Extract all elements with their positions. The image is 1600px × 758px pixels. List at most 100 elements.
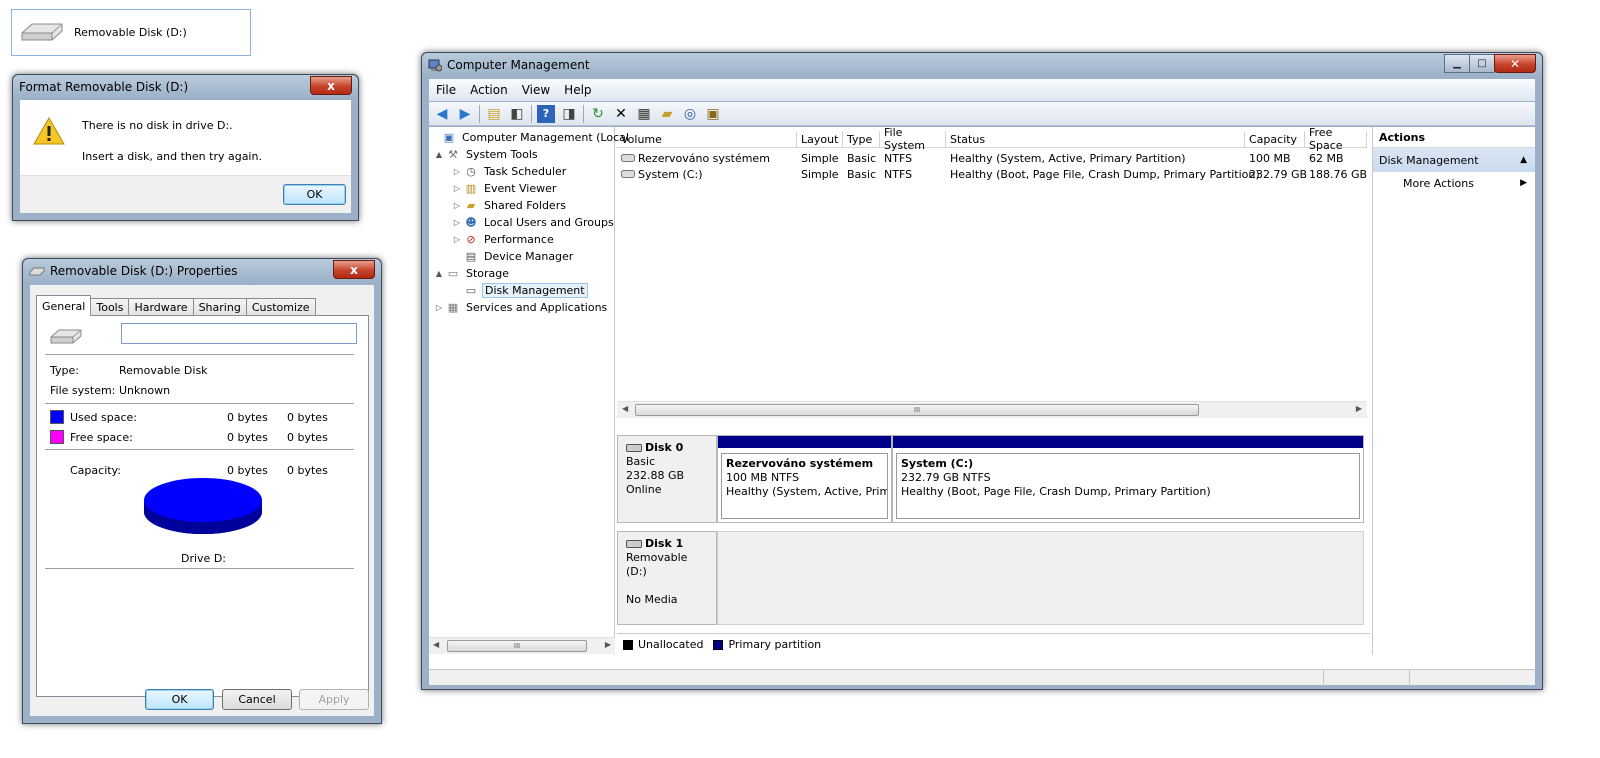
tree-expander[interactable]: ▷ (451, 218, 463, 227)
tree-item-label: Computer Management (Local (462, 131, 629, 144)
tree-item-local-users-and-groups[interactable]: ▷ ☻ Local Users and Groups (451, 214, 616, 231)
menu-action[interactable]: Action (463, 83, 515, 97)
table-row[interactable]: Rezervováno systémem (621, 150, 797, 166)
column-header-file-system[interactable]: File System (880, 126, 946, 152)
legend-unallocated: Unallocated (638, 638, 704, 651)
tree-item-label: Storage (466, 267, 510, 280)
services-icon: ▦ (447, 301, 459, 314)
actions-group-disk-management[interactable]: Disk Management ▲ (1373, 148, 1535, 172)
format-dialog-body: There is no disk in drive D:. Insert a d… (20, 100, 351, 213)
disk-1-empty-area (717, 531, 1364, 625)
tree-item-event-viewer[interactable]: ▷ ▥ Event Viewer (451, 180, 558, 197)
collapse-up-icon[interactable]: ▲ (1520, 155, 1527, 165)
volume-list-horizontal-scrollbar[interactable]: ◀ III ▶ (617, 401, 1367, 418)
maximize-icon: □ (1477, 58, 1487, 69)
divider (45, 449, 354, 450)
up-folder-icon[interactable]: ▤ (485, 105, 503, 123)
volume-capacity: 100 MB (1249, 151, 1291, 165)
table-row[interactable]: System (C:) (621, 166, 797, 182)
column-header-type[interactable]: Type (843, 131, 880, 148)
disk-0-label[interactable]: Disk 0 Basic 232.88 GB Online (617, 435, 717, 523)
column-header-status[interactable]: Status (946, 131, 1245, 148)
maximize-button[interactable]: □ (1469, 54, 1495, 73)
close-button[interactable]: ✕ (1494, 54, 1536, 73)
properties-icon[interactable]: ▦ (635, 105, 653, 123)
properties-titlebar[interactable]: Removable Disk (D:) Properties (23, 259, 381, 283)
tree-horizontal-scrollbar[interactable]: ◀ III ▶ (429, 637, 615, 654)
tree-expander[interactable]: ▲ (433, 150, 445, 159)
column-header-volume[interactable]: Volume (617, 131, 797, 148)
tree-item-services-and-applications[interactable]: ▷ ▦ Services and Applications (433, 299, 609, 316)
ok-button[interactable]: OK (145, 689, 214, 710)
tree-expander[interactable]: ▷ (451, 184, 463, 193)
column-header-layout[interactable]: Layout (797, 131, 843, 148)
action-more-actions[interactable]: More Actions ▶ (1373, 172, 1535, 194)
tree-item-task-scheduler[interactable]: ▷ ◷ Task Scheduler (451, 163, 568, 180)
tree-item-system-tools[interactable]: ▲ ⚒ System Tools (433, 146, 540, 163)
scroll-right-icon[interactable]: ▶ (605, 640, 611, 649)
tab-hardware[interactable]: Hardware (128, 298, 194, 316)
drive-name-input[interactable] (121, 323, 357, 344)
removable-disk-tile[interactable]: Removable Disk (D:) (11, 9, 251, 56)
tree-item-device-manager[interactable]: ▤ Device Manager (451, 248, 575, 265)
toolbar-separator (479, 104, 480, 123)
close-button[interactable]: x (333, 260, 375, 279)
refresh-icon[interactable]: ↻ (589, 105, 607, 123)
disk-management-icon: ▭ (465, 284, 477, 297)
open-folder-icon[interactable]: ▰ (658, 105, 676, 123)
tree-expander[interactable]: ▷ (451, 235, 463, 244)
partition-system-c[interactable]: System (C:) 232.79 GB NTFS Healthy (Boot… (892, 435, 1364, 523)
tree-item-shared-folders[interactable]: ▷ ▰ Shared Folders (451, 197, 568, 214)
back-arrow-icon[interactable]: ◀ (433, 105, 451, 123)
partition-reserved[interactable]: Rezervováno systémem 100 MB NTFS Healthy… (717, 435, 892, 523)
cm-title: Computer Management (447, 58, 590, 72)
ok-button[interactable]: OK (283, 184, 346, 205)
cm-content: ▣ Computer Management (Local ▲ ⚒ System … (429, 126, 1535, 669)
performance-icon: ⊘ (466, 233, 476, 246)
tab-customize[interactable]: Customize (245, 298, 316, 316)
properties-client: General Tools Hardware Sharing Customize… (30, 285, 374, 716)
tree-item-label: Shared Folders (484, 199, 566, 212)
scrollbar-thumb[interactable]: III (447, 640, 587, 652)
menu-help[interactable]: Help (557, 83, 598, 97)
tree-expander[interactable]: ▷ (451, 167, 463, 176)
show-hide-tree-icon[interactable]: ◧ (508, 105, 526, 123)
scrollbar-thumb[interactable]: III (635, 404, 1199, 416)
tree-item-performance[interactable]: ▷ ⊘ Performance (451, 231, 556, 248)
show-hide-action-pane-icon[interactable]: ◨ (560, 105, 578, 123)
tree-expander[interactable]: ▲ (433, 269, 445, 278)
users-icon: ☻ (465, 216, 477, 229)
scroll-left-icon[interactable]: ◀ (433, 640, 439, 649)
search-icon[interactable]: ◎ (681, 105, 699, 123)
minimize-button[interactable]: ▁ (1444, 54, 1470, 73)
tree-expander[interactable]: ▷ (451, 201, 463, 210)
disk-tile-label: Removable Disk (D:) (74, 26, 187, 39)
scroll-left-icon[interactable]: ◀ (622, 404, 628, 413)
apply-button[interactable]: Apply (299, 689, 369, 710)
cm-titlebar[interactable]: Computer Management (422, 53, 1542, 77)
help-icon[interactable]: ? (537, 104, 555, 123)
disk-1-type: Removable (D:) (626, 551, 688, 578)
column-header-capacity[interactable]: Capacity (1245, 131, 1305, 148)
volume-list: Volume Layout Type File System Status Ca… (617, 126, 1370, 419)
close-button[interactable]: x (310, 76, 352, 95)
tree-item-label: Device Manager (484, 250, 574, 263)
cancel-button[interactable]: Cancel (222, 689, 292, 710)
tree-item-computer-management[interactable]: ▣ Computer Management (Local (429, 129, 631, 146)
disk-1-label[interactable]: Disk 1 Removable (D:) No Media (617, 531, 717, 625)
scroll-right-icon[interactable]: ▶ (1356, 404, 1362, 413)
menu-file[interactable]: File (429, 83, 463, 97)
tab-sharing[interactable]: Sharing (192, 298, 247, 316)
tree-item-disk-management[interactable]: ▭ Disk Management (451, 282, 588, 299)
delete-icon[interactable]: ✕ (612, 105, 630, 123)
tab-general[interactable]: General (36, 295, 92, 316)
format-dialog-titlebar[interactable]: Format Removable Disk (D:) (13, 75, 358, 99)
drive-caption: Drive D: (181, 552, 226, 565)
tree-item-storage[interactable]: ▲ ▭ Storage (433, 265, 511, 282)
menu-view[interactable]: View (515, 83, 557, 97)
export-icon[interactable]: ▣ (704, 105, 722, 123)
tree-expander[interactable]: ▷ (433, 303, 445, 312)
tab-tools[interactable]: Tools (90, 298, 130, 316)
column-header-free-space[interactable]: Free Space (1305, 126, 1367, 152)
forward-arrow-icon[interactable]: ▶ (456, 105, 474, 123)
